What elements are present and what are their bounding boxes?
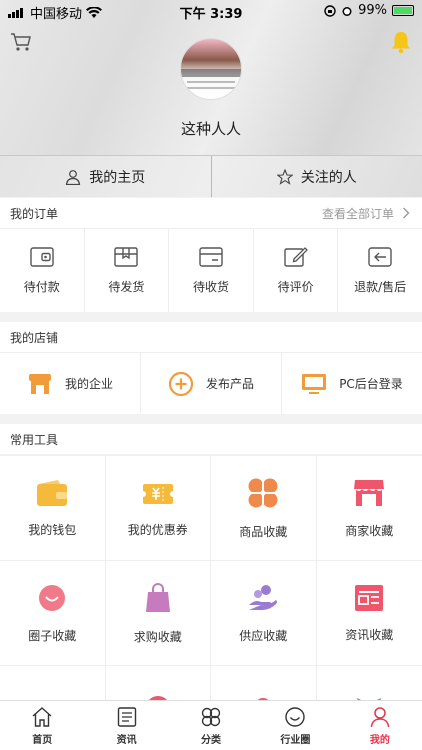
hand-icon [249, 584, 278, 610]
tool-label: 圈子收藏 [28, 628, 77, 643]
order-label: 退款/售后 [354, 280, 407, 294]
wallet-icon [37, 479, 68, 506]
alarm-icon [342, 6, 352, 16]
tool-product-favorites[interactable]: 商品收藏 [211, 456, 317, 561]
order-pending-payment[interactable]: 待付款 [0, 229, 84, 312]
order-label: 待付款 [23, 280, 60, 294]
cart-icon[interactable] [10, 32, 32, 52]
coupon-icon [141, 483, 174, 504]
username: 这种人人 [180, 120, 241, 138]
tool-supply-favorites[interactable]: 供应收藏 [211, 561, 317, 666]
user-icon [66, 169, 81, 185]
nav-mine[interactable]: 我的 [338, 701, 422, 750]
box-icon [114, 247, 139, 267]
shop-label: 我的企业 [64, 377, 113, 391]
profile-tabs: 我的主页 关注的人 [0, 155, 422, 197]
view-all-orders-link[interactable]: 查看全部订单 [322, 198, 410, 228]
tool-label: 我的优惠券 [127, 522, 188, 537]
tool-news-favorites[interactable]: 资讯收藏 [316, 561, 422, 666]
order-label: 待发货 [108, 280, 145, 294]
package-receive-icon [199, 247, 223, 267]
nav-label: 资讯 [116, 734, 137, 746]
person-icon [370, 706, 390, 727]
nav-label: 我的 [369, 734, 390, 746]
tool-my-wallet[interactable]: 我的钱包 [0, 456, 106, 561]
tab-label: 我的主页 [89, 169, 146, 186]
tool-merchant-favorites[interactable]: 商家收藏 [316, 456, 422, 561]
shop-pc-login[interactable]: PC后台登录 [281, 353, 422, 414]
monitor-icon [302, 373, 327, 394]
order-pending-shipment[interactable]: 待发货 [83, 229, 169, 312]
bag-icon [145, 582, 170, 612]
bottom-nav: 首页 资讯 分类 行业圈 我的 [0, 700, 422, 750]
nav-label: 分类 [201, 734, 222, 746]
order-pending-receipt[interactable]: 待收货 [168, 229, 253, 312]
bell-icon[interactable] [390, 30, 412, 54]
battery-percent: 99% [358, 3, 387, 18]
store-icon [28, 373, 51, 394]
tool-my-coupons[interactable]: 我的优惠券 [105, 456, 211, 561]
shop-label: PC后台登录 [339, 377, 403, 391]
shop-row: 我的企业 发布产品 PC后台登录 [0, 352, 422, 414]
news-icon [355, 584, 384, 611]
shop-label: 发布产品 [205, 377, 254, 391]
section-title: 我的店铺 [10, 330, 59, 345]
tab-following[interactable]: 关注的人 [210, 156, 422, 197]
orders-row: 待付款 待发货 待收货 待评价 退款/售后 [0, 228, 422, 312]
lock-rotation-icon [324, 4, 336, 17]
tool-more-4[interactable] [317, 666, 422, 700]
tools-title-bar: 常用工具 [0, 424, 422, 454]
nav-industry-circle[interactable]: 行业圈 [253, 701, 337, 750]
section-title: 常用工具 [10, 432, 59, 447]
tool-purchase-favorites[interactable]: 求购收藏 [105, 561, 211, 666]
tool-circle-favorites[interactable]: 圈子收藏 [0, 561, 106, 666]
shop-my-company[interactable]: 我的企业 [0, 353, 140, 414]
tool-label: 商家收藏 [345, 523, 394, 538]
tool-more-2[interactable] [106, 666, 211, 700]
chevron-right-icon [403, 207, 410, 219]
tool-label: 商品收藏 [239, 524, 288, 539]
shop-fav-icon [354, 479, 385, 506]
shop-title-bar: 我的店铺 [0, 322, 422, 352]
nav-label: 行业圈 [280, 734, 311, 746]
nav-category[interactable]: 分类 [169, 701, 253, 750]
nav-label: 首页 [32, 734, 53, 746]
circle-icon [285, 706, 306, 727]
category-icon [201, 707, 221, 726]
shop-publish-product[interactable]: 发布产品 [140, 353, 281, 414]
tab-my-homepage[interactable]: 我的主页 [0, 156, 211, 197]
status-right: 99% [324, 3, 414, 18]
status-bar: 中国移动 下午 3:39 99% [0, 0, 422, 22]
tool-more-1[interactable] [0, 666, 106, 700]
clover-icon [248, 478, 278, 507]
tool-label: 求购收藏 [133, 629, 182, 644]
return-icon [368, 247, 392, 267]
wallet-outline-icon [30, 247, 54, 267]
tool-more-3[interactable] [211, 666, 317, 700]
orders-title-bar: 我的订单 查看全部订单 [0, 198, 422, 228]
tool-label: 供应收藏 [239, 628, 288, 643]
order-label: 待评价 [277, 280, 314, 294]
order-refund[interactable]: 退款/售后 [337, 229, 422, 312]
avatar[interactable] [180, 38, 242, 100]
tools-grid: 我的钱包 我的优惠券 商品收藏 商家收藏 圈子收藏 求购收藏 供应收藏 资讯收藏 [0, 455, 422, 700]
battery-icon [392, 5, 414, 16]
smile-icon [39, 584, 66, 611]
add-circle-icon [168, 371, 194, 396]
nav-news[interactable]: 资讯 [84, 701, 168, 750]
star-icon [276, 168, 293, 185]
edit-icon [283, 247, 308, 267]
tool-label: 资讯收藏 [345, 627, 394, 642]
tool-label: 我的钱包 [28, 522, 77, 537]
tab-label: 关注的人 [300, 169, 357, 186]
order-pending-review[interactable]: 待评价 [252, 229, 338, 312]
news-list-icon [117, 706, 136, 727]
nav-home[interactable]: 首页 [0, 701, 84, 750]
view-all-label: 查看全部订单 [321, 206, 394, 221]
section-title: 我的订单 [10, 206, 59, 221]
profile-header: 这种人人 [0, 0, 422, 155]
home-icon [32, 706, 52, 727]
order-label: 待收货 [192, 280, 229, 294]
